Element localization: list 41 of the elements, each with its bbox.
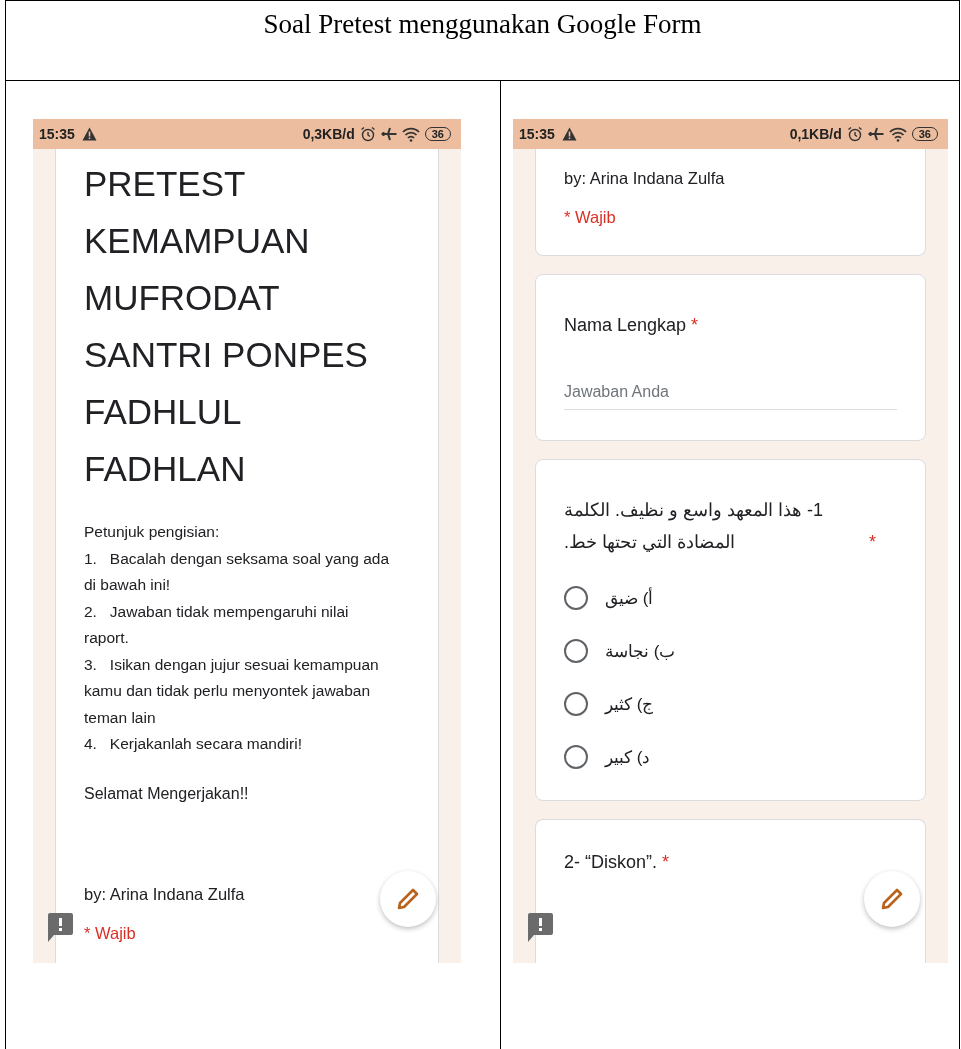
- data-rate: 0,1KB/d: [789, 126, 842, 142]
- alarm-icon: [359, 126, 376, 142]
- airplane-icon: [380, 127, 397, 141]
- author-text: by: Arina Indana Zulfa: [564, 169, 726, 188]
- warning-icon: [81, 127, 97, 141]
- pencil-icon: [396, 887, 420, 911]
- option-label: د) كبير: [605, 746, 651, 768]
- instruction-text: 2. Jawaban tidak mempengaruhi nilai raport.: [84, 601, 350, 648]
- wifi-icon: [888, 126, 907, 142]
- required-asterisk: *: [869, 531, 876, 554]
- required-note: * Wajib: [564, 208, 617, 227]
- instruction-text: 4. Kerjakanlah secara mandiri!: [84, 734, 303, 754]
- option-label: ج) كثير: [605, 693, 654, 715]
- required-asterisk: *: [691, 314, 699, 337]
- required-asterisk: *: [662, 851, 670, 874]
- instruction-text: 3. Isikan dengan jujur sesuai kemampuan kamu dan tidak perlu menyontek jawaban teman lain: [84, 654, 380, 728]
- radio-button[interactable]: [564, 639, 588, 663]
- option-label: ب) نجاسة: [605, 640, 676, 662]
- document-title: Soal Pretest menggunakan Google Form: [263, 9, 702, 41]
- instruction-text: 1. Bacalah dengan seksama soal yang ada di bawah ini!: [84, 548, 391, 595]
- alarm-icon: [846, 126, 863, 142]
- question-text: 1- هذا المعهد واسع و نظيف. الكلمة المضادة التي تحتها خط.: [564, 499, 825, 555]
- data-rate: 0,3KB/d: [302, 126, 355, 142]
- pencil-icon: [880, 887, 904, 911]
- status-time: 15:35: [519, 126, 555, 142]
- status-time: 15:35: [39, 126, 75, 142]
- question-text: 2- “Diskon”.: [564, 851, 657, 874]
- author-text: by: Arina Indana Zulfa: [84, 884, 246, 904]
- airplane-icon: [867, 127, 884, 141]
- radio-button[interactable]: [564, 745, 588, 769]
- instruction-text: Petunjuk pengisian:: [84, 522, 221, 542]
- wifi-icon: [401, 126, 420, 142]
- question-text: Nama Lengkap: [564, 314, 687, 337]
- answer-field[interactable]: Jawaban Anda: [564, 383, 897, 410]
- form-title: PRETEST KEMAMPUAN MUFRODAT SANTRI PONPES FADHLUL FADHLAN: [84, 163, 369, 490]
- warning-icon: [561, 127, 577, 141]
- closing-text: Selamat Mengerjakan!!: [84, 784, 250, 803]
- option-label: أ) ضيق: [605, 587, 654, 609]
- radio-button[interactable]: [564, 692, 588, 716]
- required-note: * Wajib: [84, 923, 137, 943]
- radio-button[interactable]: [564, 586, 588, 610]
